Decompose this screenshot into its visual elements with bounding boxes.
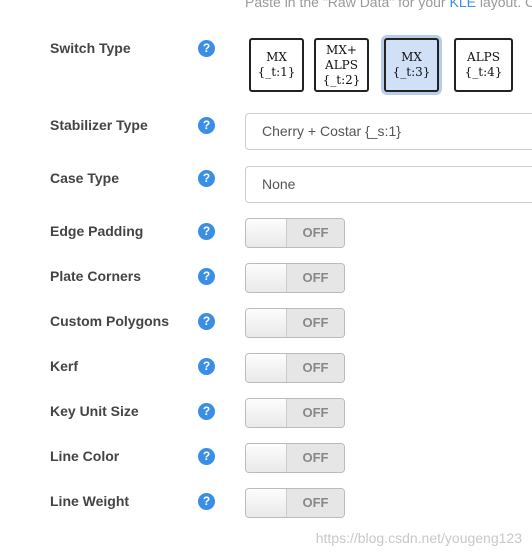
stabilizer-type-select[interactable]: Cherry + Costar {_s:1}	[245, 113, 532, 150]
toggle-knob[interactable]	[246, 399, 287, 427]
key-unit-size-label: Key Unit Size	[50, 403, 139, 419]
line-weight-help-icon[interactable]: ?	[198, 493, 215, 510]
toggle-state: OFF	[287, 354, 344, 382]
switch-option-line2: {_t:1}	[257, 65, 296, 79]
line-color-label: Line Color	[50, 448, 120, 464]
toggle-knob[interactable]	[246, 489, 287, 517]
key-unit-size-toggle[interactable]: OFF	[245, 398, 345, 428]
kerf-label: Kerf	[50, 358, 79, 374]
switch-option-line3: {_t:2}	[322, 72, 361, 87]
switch-option-mx-t3-selected[interactable]: MX {_t:3}	[384, 38, 439, 92]
switch-option-alps-t4[interactable]: ALPS {_t:4}	[454, 38, 513, 92]
toggle-state: OFF	[287, 444, 344, 472]
switch-option-line2: {_t:3}	[392, 65, 431, 79]
edge-padding-help-icon[interactable]: ?	[198, 223, 215, 240]
case-type-label: Case Type	[50, 170, 119, 186]
switch-option-line1: ALPS	[467, 50, 500, 64]
toggle-knob[interactable]	[246, 219, 287, 247]
switch-option-mx-t1[interactable]: MX {_t:1}	[249, 38, 304, 92]
switch-option-mx-alps-t2[interactable]: MX+ ALPS {_t:2}	[314, 38, 369, 92]
hint-text: Paste in the "Raw Data" for your	[245, 0, 450, 10]
raw-data-hint: Paste in the "Raw Data" for your KLE lay…	[245, 0, 532, 10]
toggle-knob[interactable]	[246, 444, 287, 472]
line-weight-label: Line Weight	[50, 493, 130, 509]
custom-polygons-label: Custom Polygons	[50, 313, 170, 329]
switch-option-line2: ALPS	[325, 57, 358, 72]
switch-option-line1: MX+	[326, 42, 357, 57]
kerf-toggle[interactable]: OFF	[245, 353, 345, 383]
stabilizer-type-label: Stabilizer Type	[50, 117, 148, 133]
kle-link[interactable]: KLE	[449, 0, 475, 10]
plate-corners-toggle[interactable]: OFF	[245, 263, 345, 293]
toggle-knob[interactable]	[246, 264, 287, 292]
custom-polygons-toggle[interactable]: OFF	[245, 308, 345, 338]
switch-type-label: Switch Type	[50, 40, 131, 56]
plate-corners-label: Plate Corners	[50, 268, 142, 284]
key-unit-size-help-icon[interactable]: ?	[198, 403, 215, 420]
case-type-help-icon[interactable]: ?	[198, 170, 215, 187]
edge-padding-label: Edge Padding	[50, 223, 144, 239]
toggle-state: OFF	[287, 264, 344, 292]
toggle-state: OFF	[287, 309, 344, 337]
switch-option-line2: {_t:4}	[464, 65, 503, 79]
stabilizer-type-help-icon[interactable]: ?	[198, 117, 215, 134]
toggle-knob[interactable]	[246, 354, 287, 382]
custom-polygons-help-icon[interactable]: ?	[198, 313, 215, 330]
toggle-state: OFF	[287, 399, 344, 427]
toggle-state: OFF	[287, 489, 344, 517]
toggle-state: OFF	[287, 219, 344, 247]
line-weight-toggle[interactable]: OFF	[245, 488, 345, 518]
edge-padding-toggle[interactable]: OFF	[245, 218, 345, 248]
switch-option-line1: MX	[266, 50, 287, 64]
case-type-select[interactable]: None	[245, 166, 532, 203]
kerf-help-icon[interactable]: ?	[198, 358, 215, 375]
line-color-toggle[interactable]: OFF	[245, 443, 345, 473]
line-color-help-icon[interactable]: ?	[198, 448, 215, 465]
watermark: https://blog.csdn.net/yougeng123	[315, 530, 522, 546]
toggle-knob[interactable]	[246, 309, 287, 337]
switch-option-line1: MX	[401, 50, 422, 64]
switch-type-help-icon[interactable]: ?	[198, 40, 215, 57]
plate-corners-help-icon[interactable]: ?	[198, 268, 215, 285]
hint-suffix: layout. C	[475, 0, 532, 10]
